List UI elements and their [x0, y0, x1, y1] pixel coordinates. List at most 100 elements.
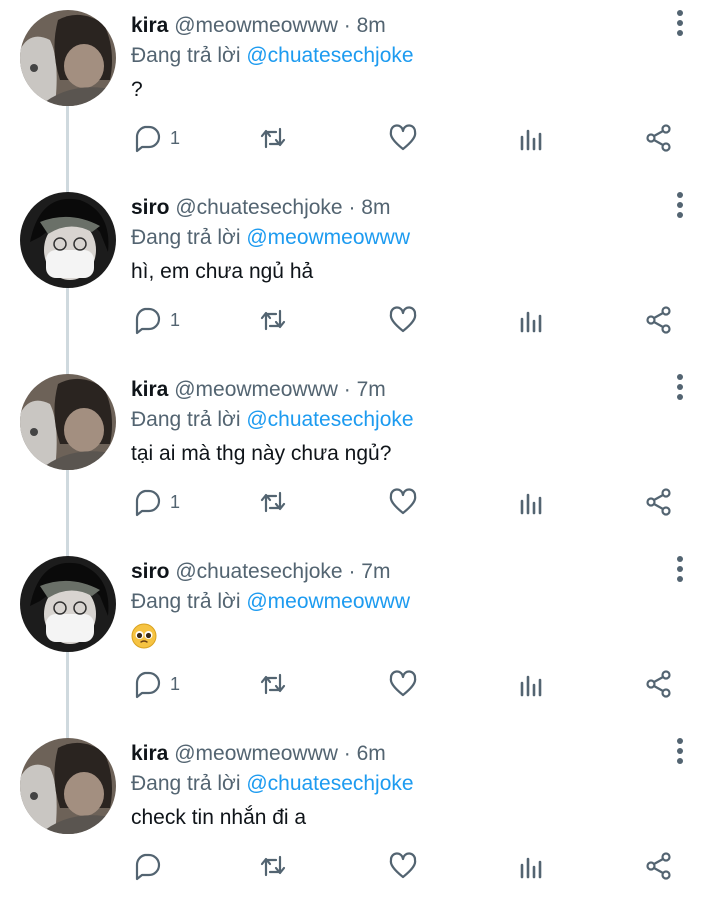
retweet-button[interactable]	[258, 118, 288, 158]
like-icon	[389, 124, 417, 151]
handle[interactable]: @meowmeowww	[174, 14, 338, 37]
reply-icon	[135, 489, 161, 517]
mention-link[interactable]: @chuatesechjoke	[246, 408, 413, 431]
retweet-button[interactable]	[258, 300, 288, 340]
like-icon	[389, 488, 417, 515]
avatar-siro[interactable]	[20, 556, 116, 652]
timestamp[interactable]: · 8m	[348, 196, 390, 219]
reply-count: 1	[170, 309, 181, 330]
share-icon	[646, 852, 671, 880]
handle[interactable]: @meowmeowww	[174, 378, 338, 401]
tweet-0[interactable]: kira @meowmeowww · 8m Đang trả lời @chua…	[0, 0, 720, 182]
like-button[interactable]	[388, 118, 418, 158]
like-button[interactable]	[388, 482, 418, 522]
share-button[interactable]	[644, 664, 674, 704]
tweet-actions	[0, 846, 720, 886]
more-vertical-icon[interactable]	[668, 372, 692, 402]
reply-count: 1	[170, 673, 181, 694]
like-button[interactable]	[388, 664, 418, 704]
replying-to-prefix: Đang trả lời	[131, 590, 241, 613]
analytics-button[interactable]	[516, 300, 546, 340]
tweet-actions: 1	[0, 482, 720, 522]
tweet-actions: 1	[0, 300, 720, 340]
more-vertical-icon[interactable]	[668, 554, 692, 584]
like-icon	[389, 306, 417, 333]
reply-count: 1	[170, 491, 181, 512]
reply-button[interactable]	[132, 846, 170, 886]
tweet-actions: 1	[0, 118, 720, 158]
mention-link[interactable]: @chuatesechjoke	[246, 772, 413, 795]
share-button[interactable]	[644, 300, 674, 340]
more-vertical-icon[interactable]	[668, 8, 692, 38]
handle[interactable]: @meowmeowww	[174, 742, 338, 765]
tweet-1[interactable]: siro @chuatesechjoke · 8m Đang trả lời @…	[0, 182, 720, 364]
like-icon	[389, 670, 417, 697]
retweet-button[interactable]	[258, 846, 288, 886]
avatar-siro[interactable]	[20, 192, 116, 288]
reply-button[interactable]: 1	[132, 300, 180, 340]
share-button[interactable]	[644, 846, 674, 886]
avatar-kira[interactable]	[20, 738, 116, 834]
share-button[interactable]	[644, 482, 674, 522]
reply-icon	[135, 853, 161, 881]
analytics-icon	[520, 493, 542, 515]
replying-to-prefix: Đang trả lời	[131, 226, 241, 249]
timestamp[interactable]: · 7m	[348, 560, 390, 583]
display-name[interactable]: kira	[131, 14, 168, 37]
tweet-text: hì, em chưa ngủ hả	[131, 260, 314, 283]
more-vertical-icon[interactable]	[668, 190, 692, 220]
mention-link[interactable]: @chuatesechjoke	[246, 44, 413, 67]
reply-button[interactable]: 1	[132, 118, 180, 158]
tweet-text: ?	[131, 78, 143, 101]
mention-link[interactable]: @meowmeowww	[246, 590, 410, 613]
tweet-4[interactable]: kira @meowmeowww · 6m Đang trả lời @chua…	[0, 728, 720, 910]
display-name[interactable]: kira	[131, 378, 168, 401]
share-icon	[646, 124, 671, 152]
tweet-text: check tin nhắn đi a	[131, 806, 307, 829]
share-icon	[646, 670, 671, 698]
reply-button[interactable]: 1	[132, 664, 180, 704]
retweet-button[interactable]	[258, 664, 288, 704]
analytics-icon	[520, 675, 542, 697]
more-vertical-icon[interactable]	[668, 736, 692, 766]
tweet-header: siro @chuatesechjoke · 7m	[131, 558, 390, 586]
analytics-button[interactable]	[516, 118, 546, 158]
retweet-icon	[260, 491, 286, 513]
timestamp[interactable]: · 7m	[344, 378, 386, 401]
tweet-2[interactable]: kira @meowmeowww · 7m Đang trả lời @chua…	[0, 364, 720, 546]
reply-icon	[135, 671, 161, 699]
handle[interactable]: @chuatesechjoke	[175, 560, 342, 583]
timestamp[interactable]: · 6m	[344, 742, 386, 765]
avatar-kira[interactable]	[20, 374, 116, 470]
tweet-header: kira @meowmeowww · 6m	[131, 740, 386, 768]
replying-to: Đang trả lời @meowmeowww	[131, 224, 410, 252]
analytics-button[interactable]	[516, 664, 546, 704]
retweet-button[interactable]	[258, 482, 288, 522]
replying-to: Đang trả lời @meowmeowww	[131, 588, 410, 616]
reply-button[interactable]: 1	[132, 482, 180, 522]
reply-thread: kira @meowmeowww · 8m Đang trả lời @chua…	[0, 0, 720, 903]
timestamp[interactable]: · 8m	[344, 14, 386, 37]
reply-count: 1	[170, 127, 181, 148]
analytics-icon	[520, 857, 542, 879]
tweet-text	[131, 622, 157, 650]
display-name[interactable]: siro	[131, 560, 170, 583]
handle[interactable]: @chuatesechjoke	[175, 196, 342, 219]
retweet-icon	[260, 855, 286, 877]
tweet-3[interactable]: siro @chuatesechjoke · 7m Đang trả lời @…	[0, 546, 720, 728]
tweet-text: tại ai mà thg này chưa ngủ?	[131, 442, 392, 465]
retweet-icon	[260, 673, 286, 695]
avatar-kira[interactable]	[20, 10, 116, 106]
like-button[interactable]	[388, 846, 418, 886]
display-name[interactable]: siro	[131, 196, 170, 219]
analytics-button[interactable]	[516, 846, 546, 886]
analytics-button[interactable]	[516, 482, 546, 522]
reply-icon	[135, 125, 161, 153]
share-icon	[646, 306, 671, 334]
retweet-icon	[260, 309, 286, 331]
display-name[interactable]: kira	[131, 742, 168, 765]
share-button[interactable]	[644, 118, 674, 158]
mention-link[interactable]: @meowmeowww	[246, 226, 410, 249]
like-button[interactable]	[388, 300, 418, 340]
tweet-actions: 1	[0, 664, 720, 704]
